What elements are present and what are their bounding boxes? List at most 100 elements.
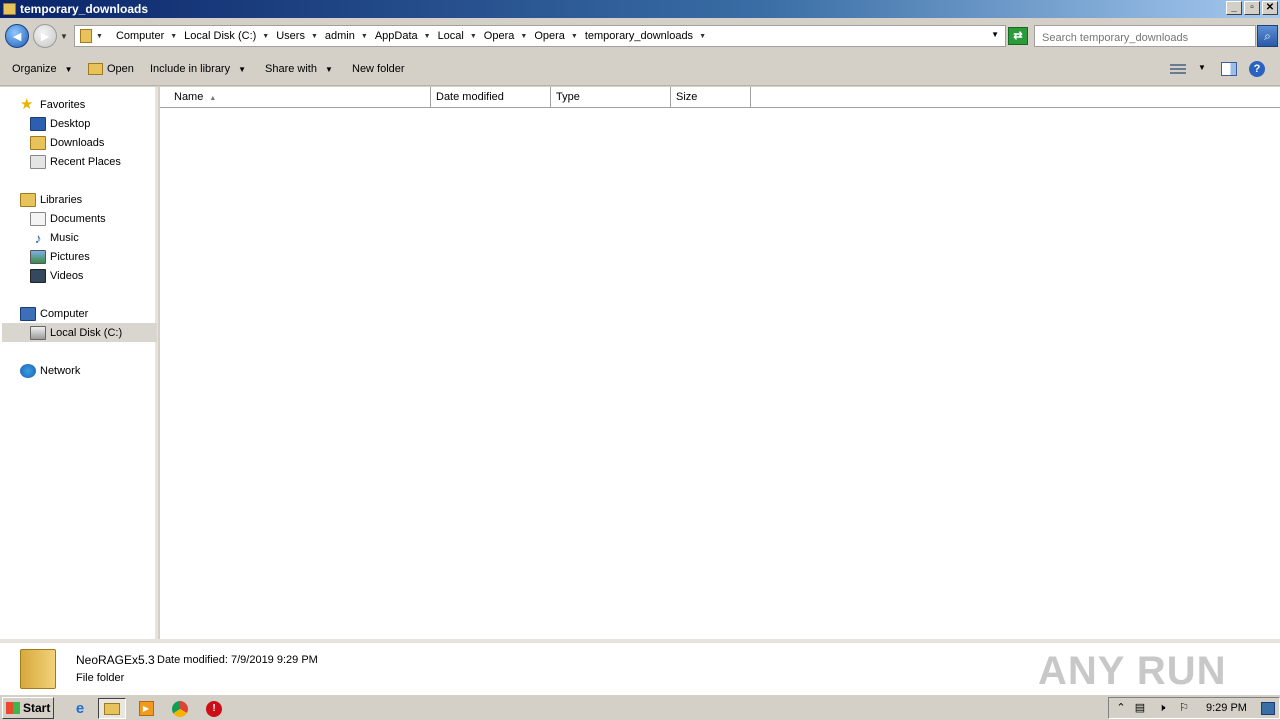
share-with-button[interactable]: Share with ▼ [265, 63, 333, 75]
nav-item-recent-places[interactable]: Recent Places [30, 152, 121, 171]
nav-label: Pictures [50, 250, 90, 263]
include-in-library-label: Include in library [150, 63, 231, 75]
column-header-type[interactable]: Type [551, 87, 671, 108]
taskbar-internet-explorer[interactable]: e [66, 698, 94, 719]
taskbar-media-player[interactable]: ▶ [132, 698, 160, 719]
breadcrumb-arrow-icon[interactable]: ▼ [699, 33, 706, 40]
back-button[interactable]: ◄ [5, 24, 29, 48]
new-folder-label: New folder [352, 63, 405, 75]
change-view-icon[interactable] [1170, 62, 1186, 76]
nav-label: Music [50, 231, 79, 244]
nav-libraries[interactable]: Libraries [20, 190, 82, 209]
breadcrumb-arrow-icon[interactable]: ▼ [520, 33, 527, 40]
breadcrumb-arrow-icon[interactable]: ▼ [262, 33, 269, 40]
share-with-label: Share with [265, 63, 317, 75]
restore-button[interactable]: ▫ [1244, 1, 1260, 15]
taskbar-explorer[interactable] [98, 698, 126, 719]
breadcrumb-arrow-icon[interactable]: ▼ [311, 33, 318, 40]
breadcrumb-item[interactable]: Local ▼ [438, 30, 477, 42]
music-icon: ♪ [34, 229, 42, 246]
downloads-folder-icon [30, 135, 46, 150]
start-label: Start [23, 701, 51, 715]
nav-label: Libraries [40, 193, 83, 206]
breadcrumb-item[interactable]: Local Disk (C:) ▼ [184, 30, 269, 42]
nav-label: Network [40, 364, 81, 377]
libraries-icon [20, 192, 36, 207]
breadcrumb-label: admin [324, 30, 355, 42]
column-header-name[interactable]: Name ▲ [160, 87, 431, 108]
taskbar-opera[interactable]: ! [200, 698, 228, 719]
breadcrumb-item[interactable]: AppData ▼ [375, 30, 431, 42]
show-hidden-icons-icon[interactable]: ⌃ [1114, 702, 1128, 715]
breadcrumb-arrow-icon[interactable]: ▼ [96, 33, 103, 40]
address-history-dropdown-icon[interactable]: ▼ [991, 30, 999, 39]
preview-pane-icon[interactable] [1221, 62, 1237, 76]
clock[interactable]: 9:29 PM [1206, 702, 1247, 714]
nav-item-pictures[interactable]: Pictures [30, 247, 90, 266]
column-header-label: Size [676, 91, 698, 103]
window-title-bar[interactable]: temporary_downloads _ ▫ ✕ [0, 0, 1280, 18]
chevron-down-icon: ▼ [238, 64, 247, 74]
breadcrumb-item[interactable]: Opera ▼ [484, 30, 528, 42]
breadcrumb-label: Local [437, 30, 464, 42]
organize-button[interactable]: Organize ▼ [12, 63, 73, 75]
address-bar[interactable]: ▼ Computer ▼ Local Disk (C:) ▼ Users ▼ admi… [74, 25, 1006, 47]
nav-label: Favorites [40, 98, 86, 111]
watermark: ANY RUN [1038, 649, 1227, 693]
nav-item-documents[interactable]: Documents [30, 209, 106, 228]
nav-item-desktop[interactable]: Desktop [30, 114, 90, 133]
column-header-label: Date modified [436, 91, 504, 103]
address-row: ◄ ► ▼ ▼ Computer ▼ Local Disk (C:) ▼ Users… [0, 18, 1280, 54]
nav-item-downloads[interactable]: Downloads [30, 133, 104, 152]
breadcrumb-item[interactable]: Opera ▼ [534, 30, 578, 42]
breadcrumb-arrow-icon[interactable]: ▼ [470, 33, 477, 40]
breadcrumb-arrow-icon[interactable]: ▼ [424, 33, 431, 40]
volume-icon[interactable]: 🕨 [1155, 702, 1169, 715]
flag-icon[interactable]: ⚐ [1177, 702, 1191, 715]
help-icon[interactable]: ? [1249, 61, 1265, 77]
nav-computer[interactable]: Computer [20, 304, 88, 323]
column-header-size[interactable]: Size [671, 87, 751, 108]
show-desktop-icon[interactable] [1261, 702, 1275, 715]
window-title: temporary_downloads [20, 2, 149, 16]
network-icon [20, 363, 36, 378]
include-in-library-button[interactable]: Include in library ▼ [150, 63, 246, 75]
breadcrumb-item[interactable]: admin ▼ [325, 30, 368, 42]
navigation-pane[interactable]: ★ Favorites Desktop Downloads Recent Plac… [0, 87, 158, 639]
window-controls: _ ▫ ✕ [1226, 1, 1278, 15]
column-header-date-modified[interactable]: Date modified [431, 87, 551, 108]
breadcrumb-arrow-icon[interactable]: ▼ [170, 33, 177, 40]
open-button[interactable]: Open [88, 63, 134, 75]
nav-item-music[interactable]: ♪ Music [30, 228, 79, 247]
nav-item-local-disk[interactable]: Local Disk (C:) [2, 323, 157, 342]
videos-icon [30, 268, 46, 283]
column-header-filler [751, 87, 1280, 108]
search-icon[interactable]: ⌕ [1257, 25, 1278, 47]
nav-item-videos[interactable]: Videos [30, 266, 83, 285]
breadcrumb-label: Opera [483, 30, 515, 42]
start-button[interactable]: Start [2, 697, 54, 719]
view-options-dropdown-icon[interactable]: ▼ [1198, 63, 1206, 72]
breadcrumb-item[interactable]: Users ▼ [276, 30, 318, 42]
breadcrumb-item[interactable]: Computer ▼ [116, 30, 177, 42]
refresh-button[interactable]: ⇄ [1008, 27, 1028, 45]
breadcrumb-arrow-icon[interactable]: ▼ [361, 33, 368, 40]
close-button[interactable]: ✕ [1262, 1, 1278, 15]
new-folder-button[interactable]: New folder [352, 63, 405, 75]
recent-pages-dropdown-icon[interactable]: ▼ [60, 32, 68, 41]
windows-logo-icon [6, 702, 20, 714]
breadcrumb-arrow-icon[interactable]: ▼ [571, 33, 578, 40]
file-list[interactable]: Name ▲ Date modified Type Size [160, 87, 1280, 639]
taskbar-chrome[interactable] [166, 698, 194, 719]
nav-network[interactable]: Network [20, 361, 80, 380]
organize-label: Organize [12, 63, 57, 75]
action-center-icon[interactable]: ▤ [1133, 702, 1147, 715]
forward-button[interactable]: ► [33, 24, 57, 48]
nav-label: Local Disk (C:) [50, 326, 123, 339]
folder-icon [3, 3, 16, 15]
search-input[interactable] [1034, 25, 1256, 47]
nav-favorites[interactable]: ★ Favorites [20, 95, 85, 114]
minimize-button[interactable]: _ [1226, 1, 1242, 15]
breadcrumb-item[interactable]: temporary_downloads ▼ [585, 30, 706, 42]
nav-label: Videos [50, 269, 84, 282]
